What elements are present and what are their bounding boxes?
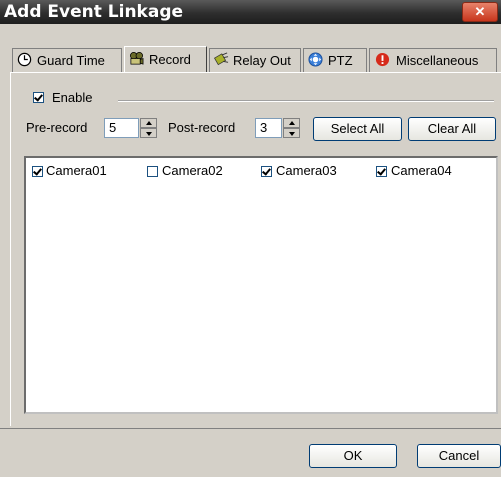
camera-checkbox[interactable] — [261, 166, 272, 177]
spin-up-arrow-icon[interactable] — [283, 118, 300, 128]
camera-checkbox[interactable] — [376, 166, 387, 177]
video-camera-icon — [130, 52, 144, 65]
camera-checkbox[interactable] — [32, 166, 43, 177]
enable-checkbox[interactable] — [33, 92, 44, 103]
tab-label: PTZ — [328, 53, 353, 68]
camera-label: Camera04 — [391, 163, 452, 178]
tab-relay-out[interactable]: Relay Out — [209, 48, 301, 72]
ok-button[interactable]: OK — [309, 444, 397, 468]
title-bar[interactable]: Add Event Linkage ✕ — [0, 0, 501, 24]
clear-all-button[interactable]: Clear All — [408, 117, 496, 141]
tab-record[interactable]: Record — [124, 46, 207, 72]
spin-up-arrow-icon[interactable] — [140, 118, 157, 128]
relay-icon — [214, 52, 229, 66]
postrecord-spinner[interactable] — [283, 118, 300, 138]
select-all-button[interactable]: Select All — [313, 117, 402, 141]
postrecord-label: Post-record — [168, 120, 236, 135]
cancel-button[interactable]: Cancel — [417, 444, 501, 468]
prerecord-input[interactable]: 5 — [104, 118, 139, 138]
add-event-linkage-dialog: Add Event Linkage ✕ Guard Time Record Re… — [0, 0, 501, 477]
close-icon: ✕ — [474, 4, 486, 19]
dialog-title: Add Event Linkage — [4, 2, 184, 22]
tab-label: Record — [149, 52, 191, 67]
prerecord-label: Pre-record — [26, 120, 88, 135]
close-button[interactable]: ✕ — [462, 2, 498, 22]
prerecord-spinner[interactable] — [140, 118, 157, 138]
tab-label: Miscellaneous — [396, 53, 479, 68]
camera-list[interactable]: Camera01 Camera02 Camera03 Camera04 — [24, 156, 498, 414]
camera-label: Camera03 — [276, 163, 337, 178]
ptz-icon — [308, 52, 323, 67]
clock-icon — [17, 52, 32, 67]
camera-checkbox[interactable] — [147, 166, 158, 177]
separator-line — [118, 100, 494, 101]
enable-label: Enable — [52, 90, 93, 105]
tab-label: Relay Out — [233, 53, 291, 68]
alert-icon — [375, 52, 390, 67]
tab-guard-time[interactable]: Guard Time — [12, 48, 122, 72]
camera-label: Camera02 — [162, 163, 223, 178]
spin-down-arrow-icon[interactable] — [140, 128, 157, 138]
tab-miscellaneous[interactable]: Miscellaneous — [369, 48, 497, 72]
tab-label: Guard Time — [37, 53, 105, 68]
tab-ptz[interactable]: PTZ — [303, 48, 367, 72]
postrecord-input[interactable]: 3 — [255, 118, 282, 138]
spin-down-arrow-icon[interactable] — [283, 128, 300, 138]
camera-label: Camera01 — [46, 163, 107, 178]
